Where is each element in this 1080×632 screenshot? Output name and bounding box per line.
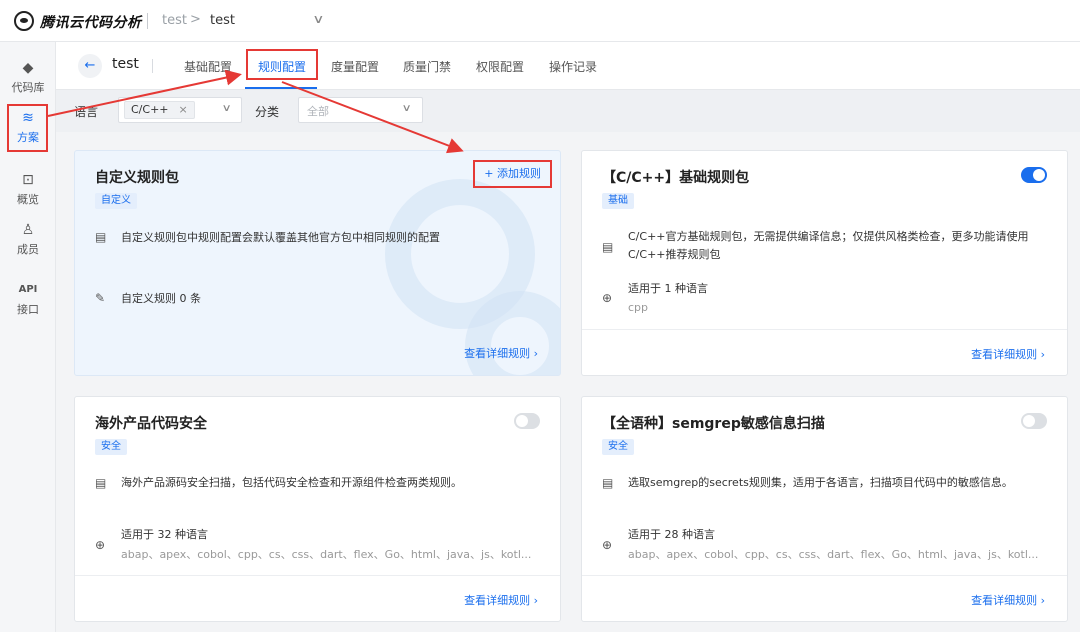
language-list: abap、apex、cobol、cpp、cs、css、dart、flex、Go、… xyxy=(628,548,1039,561)
chevron-right-icon: › xyxy=(1040,348,1045,361)
language-chip-text: C/C++ xyxy=(131,103,169,116)
chevron-down-icon: ∨ xyxy=(221,103,232,114)
language-count: 适用于 1 种语言 xyxy=(628,282,708,295)
custom-rule-package-card: 自定义规则包 + 添加规则 自定义 ▤ 自定义规则包中规则配置会默认覆盖其他官方… xyxy=(74,150,561,376)
project-header: ← test 基础配置 规则配置 度量配置 质量门禁 权限配置 操作记录 xyxy=(56,42,1080,90)
custom-rule-count: 自定义规则 0 条 xyxy=(121,292,201,305)
card-title: 海外产品代码安全 xyxy=(95,416,207,432)
tab-permission-config[interactable]: 权限配置 xyxy=(476,58,524,75)
card-tag: 基础 xyxy=(602,193,634,209)
enable-toggle[interactable] xyxy=(1021,413,1047,429)
link-text: 查看详细规则 xyxy=(464,594,531,607)
toggle-knob xyxy=(516,415,528,427)
sidebar-item-label: 接口 xyxy=(17,303,39,316)
language-count: 适用于 32 种语言 xyxy=(121,528,208,541)
enable-toggle[interactable] xyxy=(514,413,540,429)
language-count: 适用于 28 种语言 xyxy=(628,528,715,541)
sidebar-item-api[interactable]: API 接口 xyxy=(0,282,56,317)
add-rule-button[interactable]: + 添加规则 xyxy=(473,160,552,188)
language-chip: C/C++ × xyxy=(124,101,195,119)
sidebar-item-label: 代码库 xyxy=(11,81,45,94)
category-placeholder: 全部 xyxy=(307,105,329,118)
link-text: 查看详细规则 xyxy=(971,594,1038,607)
tab-quality-gate[interactable]: 质量门禁 xyxy=(403,58,451,75)
filter-bar: 语言 C/C++ × ∨ 分类 全部 ∨ xyxy=(56,90,1080,132)
chevron-right-icon: › xyxy=(533,594,538,607)
project-title: test xyxy=(112,56,139,72)
sidebar-item-codebase[interactable]: ◆ 代码库 xyxy=(0,60,56,95)
view-detail-rules-link[interactable]: 查看详细规则 › xyxy=(464,345,538,361)
git-icon: ◆ xyxy=(22,60,34,76)
card-tag: 自定义 xyxy=(95,193,137,209)
document-icon: ▤ xyxy=(602,476,614,490)
overseas-security-package-card: 海外产品代码安全 安全 ▤ 海外产品源码安全扫描，包括代码安全检查和开源组件检查… xyxy=(74,396,561,622)
link-text: 查看详细规则 xyxy=(971,348,1038,361)
view-detail-rules-link[interactable]: 查看详细规则 › xyxy=(971,346,1045,362)
card-title: 【全语种】semgrep敏感信息扫描 xyxy=(602,416,825,432)
category-filter-label: 分类 xyxy=(255,105,280,119)
globe-icon: ⊕ xyxy=(95,538,106,552)
sidebar-item-members[interactable]: ♙ 成员 xyxy=(0,222,56,257)
semgrep-secrets-package-card: 【全语种】semgrep敏感信息扫描 安全 ▤ 选取semgrep的secret… xyxy=(581,396,1068,622)
breadcrumb-separator: > xyxy=(190,12,201,27)
close-icon[interactable]: × xyxy=(179,103,188,116)
enable-toggle[interactable] xyxy=(1021,167,1047,183)
link-text: 查看详细规则 xyxy=(464,347,531,360)
annotation-highlight-rule-tab xyxy=(246,49,318,80)
top-bar: 腾讯云代码分析 test > test ∨ xyxy=(0,0,1080,42)
sidebar-item-overview[interactable]: ⊡ 概览 xyxy=(0,172,56,207)
toggle-knob xyxy=(1023,415,1035,427)
card-title: 【C/C++】基础规则包 xyxy=(602,170,750,186)
chevron-down-icon[interactable]: ∨ xyxy=(312,12,324,26)
breadcrumb-project[interactable]: test xyxy=(210,13,235,28)
sidebar-item-label: 概览 xyxy=(17,193,39,206)
document-icon: ▤ xyxy=(602,240,614,254)
language-filter-label: 语言 xyxy=(74,105,99,119)
card-description: 海外产品源码安全扫描，包括代码安全检查和开源组件检查两类规则。 xyxy=(121,476,462,489)
document-icon: ▤ xyxy=(95,476,107,490)
cpp-basic-rule-package-card: 【C/C++】基础规则包 基础 ▤ C/C++官方基础规则包，无需提供编译信息；… xyxy=(581,150,1068,376)
sidebar-item-label: 成员 xyxy=(17,243,39,256)
edit-icon: ✎ xyxy=(95,291,106,305)
globe-icon: ⊕ xyxy=(602,538,613,552)
card-footer: 查看详细规则 › xyxy=(582,575,1067,621)
card-description: 自定义规则包中规则配置会默认覆盖其他官方包中相同规则的配置 xyxy=(121,231,440,244)
language-list: cpp xyxy=(628,301,649,314)
chevron-down-icon: ∨ xyxy=(401,103,412,114)
card-tag: 安全 xyxy=(602,439,634,455)
chevron-right-icon: › xyxy=(533,347,538,360)
breadcrumb-team[interactable]: test xyxy=(162,13,187,28)
globe-icon: ⊕ xyxy=(602,291,613,305)
brand-name: 腾讯云代码分析 xyxy=(40,15,142,31)
active-tab-indicator xyxy=(245,87,317,89)
user-icon: ♙ xyxy=(21,222,35,238)
chevron-right-icon: › xyxy=(1040,594,1045,607)
view-detail-rules-link[interactable]: 查看详细规则 › xyxy=(464,592,538,608)
tab-basic-config[interactable]: 基础配置 xyxy=(184,58,232,75)
api-icon: API xyxy=(18,284,38,295)
divider xyxy=(152,59,153,73)
annotation-highlight-scheme xyxy=(7,104,48,152)
language-list: abap、apex、cobol、cpp、cs、css、dart、flex、Go、… xyxy=(121,548,532,561)
toggle-knob xyxy=(1033,169,1045,181)
card-description: C/C++官方基础规则包，无需提供编译信息；仅提供风格类检查，更多功能请使用C/… xyxy=(628,230,1029,261)
card-tag: 安全 xyxy=(95,439,127,455)
card-title: 自定义规则包 xyxy=(95,170,179,186)
document-icon: ▤ xyxy=(95,230,107,244)
view-detail-rules-link[interactable]: 查看详细规则 › xyxy=(971,592,1045,608)
card-description: 选取semgrep的secrets规则集，适用于各语言，扫描项目代码中的敏感信息… xyxy=(628,476,1013,489)
divider xyxy=(147,13,148,29)
category-select[interactable]: 全部 ∨ xyxy=(298,97,423,123)
tab-metric-config[interactable]: 度量配置 xyxy=(331,58,379,75)
brand-logo-icon xyxy=(14,11,34,31)
back-arrow-icon[interactable]: ← xyxy=(78,54,102,78)
card-footer: 查看详细规则 › xyxy=(75,575,560,621)
card-footer: 查看详细规则 › xyxy=(582,329,1067,375)
overview-icon: ⊡ xyxy=(22,172,34,188)
tab-operation-log[interactable]: 操作记录 xyxy=(549,58,597,75)
language-select[interactable]: C/C++ × ∨ xyxy=(118,97,242,123)
card-footer: 查看详细规则 › xyxy=(75,329,560,375)
